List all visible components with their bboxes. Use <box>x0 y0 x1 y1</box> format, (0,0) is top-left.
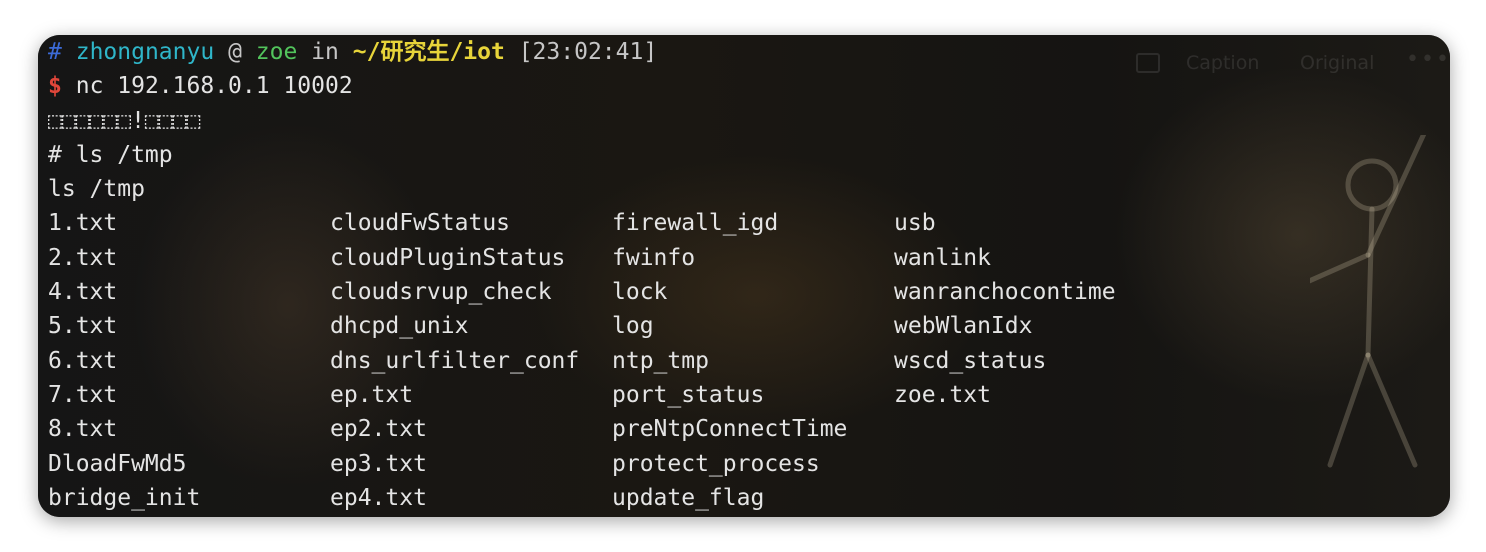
listing-entry: 5.txt <box>48 313 118 340</box>
listing-entry: dns_urlfilter_conf <box>330 347 580 374</box>
listing-entry: cloudPluginStatus <box>330 244 566 271</box>
listing-entry: 8.txt <box>48 416 118 443</box>
listing-entry: ep2.txt <box>330 416 427 443</box>
listing-entry: cloudFwStatus <box>330 210 511 237</box>
listing-entry: ep3.txt <box>330 450 427 477</box>
listing-entry: webWlanIdx <box>894 313 1033 340</box>
listing-entry <box>894 412 1176 446</box>
shell-prompt: # zhongnanyu @ zoe in ~/研究生/iot [23:02:4… <box>48 35 1176 69</box>
prompt-hash: # <box>48 39 62 65</box>
prompt-path: ~/研究生/iot <box>352 39 505 65</box>
listing-entry <box>894 447 1176 481</box>
command-text: nc 192.168.0.1 10002 <box>75 73 353 100</box>
original-button[interactable]: Original <box>1300 52 1374 74</box>
prompt-time: [23:02:41] <box>518 39 658 65</box>
listing-entry: preNtpConnectTime <box>612 416 848 443</box>
terminal-output[interactable]: # zhongnanyu @ zoe in ~/研究生/iot [23:02:4… <box>48 35 1176 515</box>
listing-entry: bridge_init <box>48 484 201 511</box>
listing-entry: firewall_igd <box>612 210 779 237</box>
listing-entry: log <box>612 313 654 340</box>
listing-entry: lock <box>612 279 668 306</box>
listing-entry: DloadFwMd5 <box>48 450 187 477</box>
caption-button[interactable]: Caption <box>1186 52 1259 74</box>
terminal-window: Caption Original ••• # zhongnanyu @ zoe … <box>38 35 1450 517</box>
listing-entry: update_flag <box>612 484 765 511</box>
listing-entry: usb <box>894 210 936 237</box>
listing-entry: 6.txt <box>48 347 118 374</box>
listing-entry: 1.txt <box>48 210 118 237</box>
command-dollar: $ <box>48 73 62 100</box>
directory-listing: 1.txt cloudFwStatus firewall_igd usb 2.txt cl… <box>48 206 1176 515</box>
listing-entry: ntp_tmp <box>612 347 709 374</box>
prompt-at: @ <box>228 39 242 65</box>
prompt-host: zoe <box>255 39 298 65</box>
listing-entry: ep.txt <box>330 381 414 408</box>
listing-entry: protect_process <box>612 450 820 477</box>
listing-entry: zoe.txt <box>894 381 991 408</box>
listing-entry: wanlink <box>894 244 991 271</box>
listing-entry: 2.txt <box>48 244 118 271</box>
prompt-user: zhongnanyu <box>75 39 215 65</box>
listing-entry: dhcpd_unix <box>330 313 469 340</box>
garbled-output: ⬚⬚⬚⬚⬚⬚!⬚⬚⬚⬚ <box>48 107 201 134</box>
prompt-in: in <box>311 39 339 65</box>
listing-entry: port_status <box>612 381 765 408</box>
command-line: $ nc 192.168.0.1 10002 <box>48 69 1176 103</box>
stick-figure-artwork <box>1310 135 1427 468</box>
listing-entry: cloudsrvup_check <box>330 279 552 306</box>
listing-entry: wanranchocontime <box>894 279 1116 306</box>
listing-entry: 4.txt <box>48 279 118 306</box>
listing-entry <box>894 481 1176 515</box>
remote-prompt-line: # ls /tmp <box>48 141 173 168</box>
listing-entry: fwinfo <box>612 244 696 271</box>
more-options-icon[interactable]: ••• <box>1406 47 1450 72</box>
listing-entry: 7.txt <box>48 381 118 408</box>
listing-entry: ep4.txt <box>330 484 427 511</box>
listing-entry: wscd_status <box>894 347 1047 374</box>
echo-line: ls /tmp <box>48 176 145 203</box>
